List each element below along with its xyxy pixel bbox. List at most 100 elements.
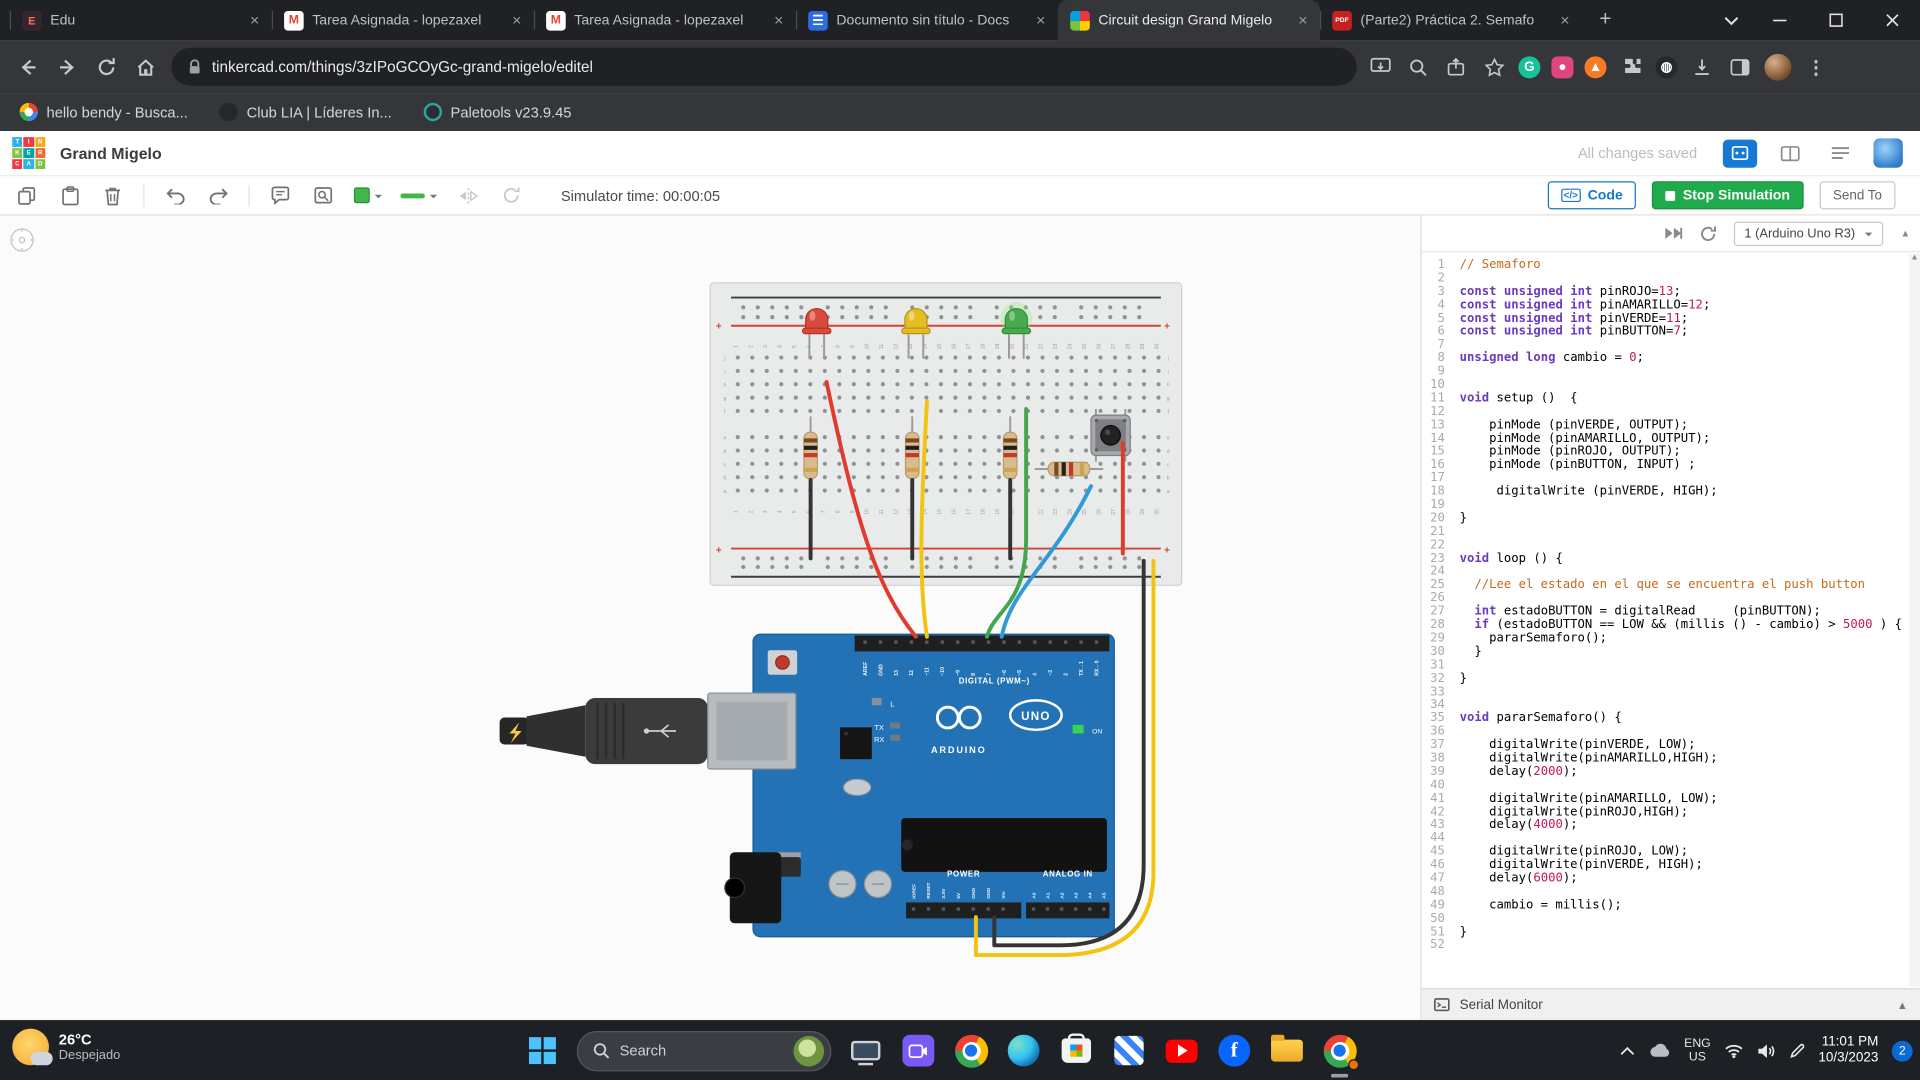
side-panel-icon[interactable] — [1727, 53, 1754, 80]
component-color-picker[interactable] — [354, 187, 382, 203]
bookmark-star-icon[interactable] — [1480, 53, 1507, 80]
start-button[interactable] — [524, 1032, 561, 1069]
circuit-canvas[interactable]: + + + + 11223344556677889910101111121213… — [0, 216, 1420, 1020]
taskbar-app-edge[interactable] — [1005, 1032, 1042, 1069]
taskbar-app-camera[interactable] — [900, 1032, 937, 1069]
arduino-uno[interactable]: L TX RX ARDUINO UNO ON DIGITAL (PWM~) — [708, 634, 1115, 936]
onedrive-cloud-icon[interactable] — [1649, 1043, 1671, 1058]
taskbar-app-youtube[interactable] — [1163, 1032, 1200, 1069]
browser-tab[interactable]: MTarea Asignada - lopezaxel× — [534, 0, 796, 40]
maximize-button[interactable] — [1807, 0, 1863, 40]
svg-text:8: 8 — [835, 345, 841, 348]
profile-avatar[interactable] — [1764, 53, 1791, 80]
tab-close-icon[interactable]: × — [1293, 10, 1313, 30]
undo-icon[interactable] — [163, 183, 187, 207]
board-selector[interactable]: 1 (Arduino Uno R3) — [1733, 221, 1883, 245]
code-editor[interactable]: 1234567891011121314151617181920212223242… — [1422, 252, 1920, 988]
tab-close-icon[interactable]: × — [507, 10, 527, 30]
taskbar-clock[interactable]: 11:01 PM10/3/2023 — [1818, 1035, 1878, 1067]
paste-icon[interactable] — [58, 183, 82, 207]
wifi-icon[interactable] — [1724, 1043, 1744, 1058]
taskbar-search[interactable]: Search — [577, 1030, 832, 1070]
notification-badge[interactable]: 2 — [1892, 1040, 1913, 1061]
search-highlight-image — [793, 1035, 824, 1066]
orange-extension-icon[interactable]: ▲ — [1584, 56, 1606, 78]
volume-icon[interactable] — [1757, 1043, 1775, 1059]
svg-text:j: j — [723, 356, 725, 362]
list-view-icon[interactable] — [1823, 139, 1857, 167]
tab-close-icon[interactable]: × — [245, 10, 265, 30]
code-button[interactable]: </>Code — [1548, 181, 1637, 209]
split-view-icon[interactable] — [1773, 139, 1807, 167]
line-numbers: 1234567891011121314151617181920212223242… — [1422, 252, 1453, 988]
forward-icon[interactable] — [49, 48, 86, 85]
browser-tab[interactable]: EEdu× — [10, 0, 272, 40]
user-avatar[interactable] — [1873, 138, 1902, 167]
minimize-button[interactable] — [1751, 0, 1807, 40]
mirror-icon[interactable] — [456, 183, 480, 207]
browser-tab[interactable]: MTarea Asignada - lopezaxel× — [272, 0, 534, 40]
serial-monitor-bar[interactable]: Serial Monitor ▲ — [1422, 988, 1920, 1020]
tab-search-icon[interactable] — [1712, 0, 1751, 40]
collapse-panel-icon[interactable]: ▲ — [1901, 228, 1911, 239]
design-title[interactable]: Grand Migelo — [60, 144, 162, 162]
dark-extension-icon[interactable]: ◍ — [1656, 56, 1678, 78]
copy-icon[interactable] — [15, 183, 39, 207]
bookmark-item[interactable]: Paletools v23.9.45 — [424, 103, 572, 121]
redo-icon[interactable] — [206, 183, 230, 207]
label-icon[interactable] — [311, 183, 335, 207]
restart-simulation-icon[interactable] — [1699, 225, 1716, 242]
browser-tab[interactable]: PDF(Parte2) Práctica 2. Semafo× — [1320, 0, 1582, 40]
tray-chevron-up-icon[interactable] — [1620, 1046, 1635, 1055]
install-app-icon[interactable] — [1367, 53, 1394, 80]
rotate-icon[interactable] — [498, 183, 522, 207]
address-bar[interactable]: tinkercad.com/things/3zIPoGCOyGc-grand-m… — [171, 48, 1356, 86]
taskbar-app-chrome-active[interactable] — [1321, 1032, 1358, 1069]
downloads-icon[interactable] — [1689, 53, 1716, 80]
language-switcher[interactable]: ENGUS — [1684, 1037, 1711, 1064]
back-icon[interactable] — [10, 48, 47, 85]
components-panel-icon[interactable] — [1723, 139, 1757, 167]
send-to-button[interactable]: Send To — [1819, 181, 1895, 209]
pink-extension-icon[interactable]: ● — [1551, 56, 1573, 78]
expand-serial-icon[interactable]: ▲ — [1897, 999, 1908, 1011]
tinkercad-logo[interactable]: TINKERCAD — [12, 137, 45, 170]
debug-step-icon[interactable] — [1664, 227, 1682, 240]
tab-close-icon[interactable]: × — [1031, 10, 1051, 30]
close-button[interactable] — [1864, 0, 1920, 40]
extensions-puzzle-icon[interactable] — [1618, 53, 1645, 80]
stop-simulation-button[interactable]: Stop Simulation — [1652, 181, 1803, 209]
taskbar-app-monitor[interactable] — [847, 1032, 884, 1069]
bookmark-item[interactable]: Club LIA | Líderes In... — [220, 103, 392, 121]
taskbar-app-facebook[interactable]: f — [1216, 1032, 1253, 1069]
tab-close-icon[interactable]: × — [1555, 10, 1575, 30]
home-icon[interactable] — [127, 48, 164, 85]
reload-icon[interactable] — [88, 48, 125, 85]
taskbar-app-photos[interactable] — [1111, 1032, 1148, 1069]
code-scrollbar[interactable]: ▲ — [1909, 253, 1920, 986]
taskbar-app-store[interactable] — [1058, 1032, 1095, 1069]
google-favicon — [20, 103, 38, 121]
svg-text:j: j — [1167, 356, 1169, 362]
tab-close-icon[interactable]: × — [769, 10, 789, 30]
svg-text:5: 5 — [792, 345, 798, 348]
canvas-orientation-control[interactable] — [10, 228, 33, 251]
usb-cable[interactable] — [500, 698, 708, 764]
delete-icon[interactable] — [100, 183, 124, 207]
share-icon[interactable] — [1442, 53, 1469, 80]
taskbar-app-chrome[interactable] — [953, 1032, 990, 1069]
wire-color-picker[interactable] — [400, 189, 437, 201]
taskbar-app-explorer[interactable] — [1269, 1032, 1306, 1069]
browser-tab[interactable]: Circuit design Grand Migelo× — [1058, 0, 1320, 40]
menu-kebab-icon[interactable]: ⋮ — [1802, 53, 1829, 80]
bookmark-label: Club LIA | Líderes In... — [247, 103, 392, 120]
taskbar-weather-widget[interactable]: 26°C Despejado — [12, 1029, 120, 1066]
annotation-icon[interactable] — [268, 183, 292, 207]
bookmark-item[interactable]: hello bendy - Busca... — [20, 103, 188, 121]
code-lines[interactable]: // Semaforoconst unsigned int pinROJO=13… — [1452, 252, 1920, 988]
pen-icon[interactable] — [1789, 1043, 1805, 1059]
grammarly-extension-icon[interactable]: G — [1518, 56, 1540, 78]
zoom-icon[interactable] — [1404, 53, 1431, 80]
browser-tab[interactable]: Documento sin título - Docs× — [796, 0, 1058, 40]
new-tab-button[interactable]: + — [1589, 4, 1621, 36]
